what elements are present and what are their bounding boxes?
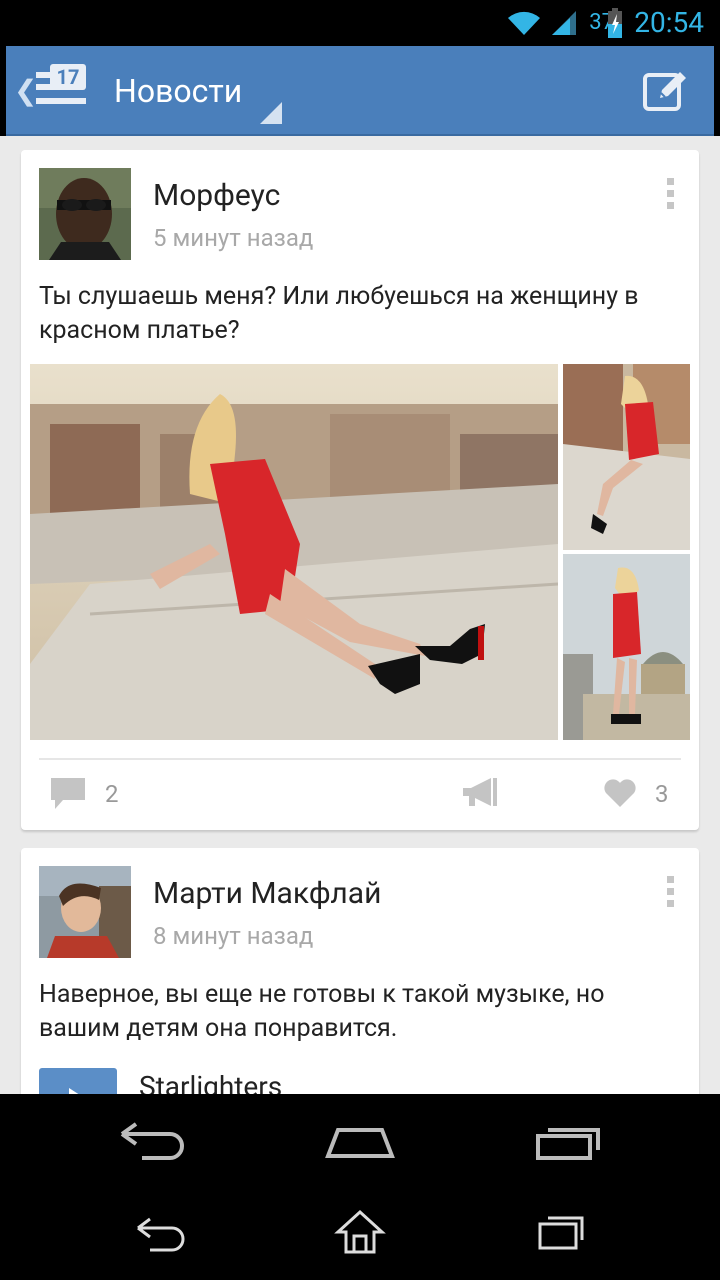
more-options-icon[interactable]: [667, 178, 675, 214]
like-count: 3: [655, 780, 669, 808]
navigation-bar: [0, 1094, 720, 1190]
home-icon[interactable]: [334, 1208, 386, 1256]
more-options-icon[interactable]: [667, 876, 675, 912]
audio-title[interactable]: Starlighters: [139, 1070, 282, 1094]
post-time: 8 минут назад: [153, 922, 314, 950]
post-card: Марти Макфлай 8 минут назад Наверное, вы…: [21, 848, 699, 1094]
wifi-icon: [508, 11, 540, 35]
up-chevron-icon[interactable]: ❮: [14, 74, 37, 107]
status-bar: 37 20:54: [0, 0, 720, 46]
navigation-bar: [0, 1190, 720, 1280]
post-actions: 2 3: [21, 768, 699, 824]
comment-icon[interactable]: [49, 776, 87, 812]
post-text: Наверное, вы еще не готовы к такой музык…: [39, 980, 605, 1043]
page-title[interactable]: Новости: [114, 72, 242, 110]
status-time: 20:54: [634, 6, 704, 39]
action-bar: ❮ 17 Новости: [6, 46, 714, 136]
battery-icon: [608, 8, 622, 38]
post-photo[interactable]: [30, 364, 558, 740]
news-badge: 17: [50, 64, 86, 90]
compose-icon[interactable]: [642, 66, 690, 114]
post-photo[interactable]: [563, 364, 690, 550]
dropdown-indicator-icon[interactable]: [260, 102, 282, 124]
news-app-icon[interactable]: 17: [36, 64, 86, 110]
post-author[interactable]: Марти Макфлай: [153, 876, 381, 911]
home-icon[interactable]: [324, 1124, 396, 1160]
recent-apps-icon[interactable]: [536, 1212, 586, 1252]
share-icon[interactable]: [461, 774, 499, 812]
news-feed[interactable]: Морфеус 5 минут назад Ты слушаешь меня? …: [0, 136, 720, 1094]
audio-play-button[interactable]: [39, 1068, 117, 1094]
avatar[interactable]: [39, 866, 131, 958]
recent-apps-icon[interactable]: [534, 1122, 602, 1162]
signal-icon: [552, 11, 576, 35]
post-author[interactable]: Морфеус: [153, 178, 280, 213]
comment-count: 2: [105, 780, 119, 808]
post-time: 5 минут назад: [153, 224, 314, 252]
back-icon[interactable]: [132, 1214, 188, 1254]
heart-icon[interactable]: [603, 778, 637, 808]
back-icon[interactable]: [118, 1122, 186, 1162]
photo-grid: [30, 364, 690, 742]
post-text: Ты слушаешь меня? Или любуешься на женщи…: [39, 282, 639, 345]
post-photo[interactable]: [563, 554, 690, 740]
post-card: Морфеус 5 минут назад Ты слушаешь меня? …: [21, 150, 699, 830]
avatar[interactable]: [39, 168, 131, 260]
divider: [39, 758, 681, 760]
